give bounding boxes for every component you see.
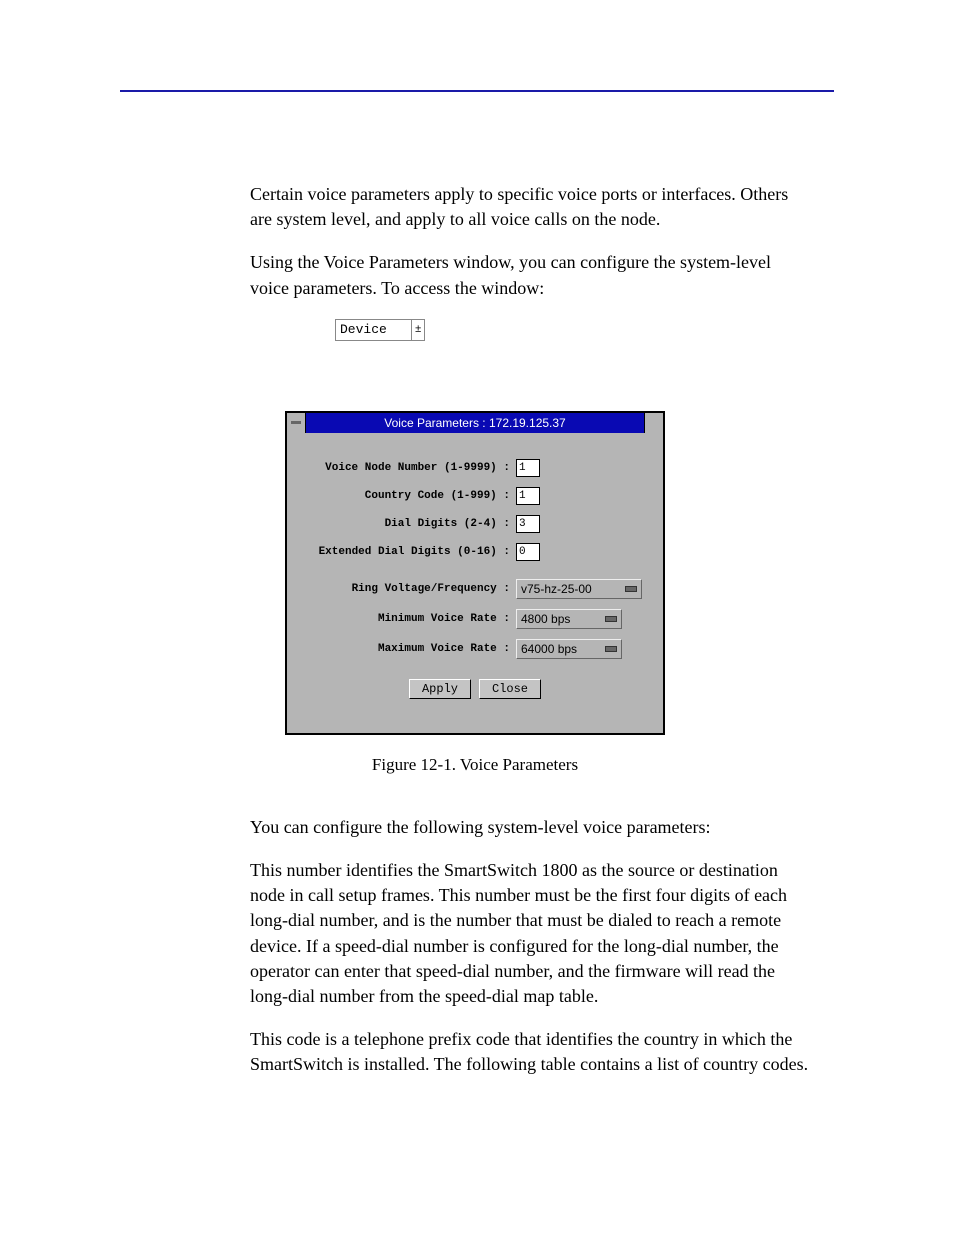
paragraph: This number identifies the SmartSwitch 1… xyxy=(250,858,810,1009)
device-dropdown-container: Device ± xyxy=(335,319,834,341)
field-label: Extended Dial Digits (0-16) : xyxy=(305,546,516,558)
window-control-icon[interactable] xyxy=(644,413,663,433)
select-handle-icon xyxy=(605,616,617,622)
horizontal-rule xyxy=(120,90,834,92)
apply-button[interactable]: Apply xyxy=(409,679,471,699)
device-dropdown[interactable]: Device ± xyxy=(335,319,425,341)
ring-voltage-select[interactable]: v75-hz-25-00 xyxy=(516,579,642,599)
paragraph: Certain voice parameters apply to specif… xyxy=(250,182,810,232)
paragraph: You can configure the following system-l… xyxy=(250,815,810,840)
form-row-min-voice-rate: Minimum Voice Rate : 4800 bps xyxy=(305,609,645,629)
dialog-title: Voice Parameters : 172.19.125.37 xyxy=(306,413,644,433)
window-menu-icon[interactable] xyxy=(287,413,306,433)
extended-dial-digits-input[interactable]: 0 xyxy=(516,543,540,561)
paragraph: This code is a telephone prefix code tha… xyxy=(250,1027,810,1077)
min-voice-rate-select[interactable]: 4800 bps xyxy=(516,609,622,629)
field-label: Voice Node Number (1-9999) : xyxy=(305,462,516,474)
select-value: v75-hz-25-00 xyxy=(521,582,592,596)
voice-parameters-dialog: Voice Parameters : 172.19.125.37 Voice N… xyxy=(285,411,665,735)
select-value: 64000 bps xyxy=(521,642,577,656)
form-row-max-voice-rate: Maximum Voice Rate : 64000 bps xyxy=(305,639,645,659)
form-row-voice-node-number: Voice Node Number (1-9999) : 1 xyxy=(305,459,645,477)
dialog-button-row: Apply Close xyxy=(305,679,645,699)
form-row-ring-voltage: Ring Voltage/Frequency : v75-hz-25-00 xyxy=(305,579,645,599)
form-row-dial-digits: Dial Digits (2-4) : 3 xyxy=(305,515,645,533)
field-label: Country Code (1-999) : xyxy=(305,490,516,502)
document-page: Certain voice parameters apply to specif… xyxy=(0,0,954,1235)
dialog-titlebar: Voice Parameters : 172.19.125.37 xyxy=(287,413,663,433)
field-label: Dial Digits (2-4) : xyxy=(305,518,516,530)
dial-digits-input[interactable]: 3 xyxy=(516,515,540,533)
field-label: Ring Voltage/Frequency : xyxy=(305,583,516,595)
country-code-input[interactable]: 1 xyxy=(516,487,540,505)
figure-caption: Figure 12-1. Voice Parameters xyxy=(285,755,665,775)
form-row-extended-dial-digits: Extended Dial Digits (0-16) : 0 xyxy=(305,543,645,561)
dropdown-arrow-icon: ± xyxy=(411,320,425,340)
select-handle-icon xyxy=(605,646,617,652)
voice-node-number-input[interactable]: 1 xyxy=(516,459,540,477)
field-label: Minimum Voice Rate : xyxy=(305,613,516,625)
close-button[interactable]: Close xyxy=(479,679,541,699)
device-dropdown-label: Device xyxy=(336,322,411,337)
dialog-figure: Voice Parameters : 172.19.125.37 Voice N… xyxy=(285,411,665,735)
paragraph: Using the Voice Parameters window, you c… xyxy=(250,250,810,300)
dialog-body: Voice Node Number (1-9999) : 1 Country C… xyxy=(287,433,663,733)
form-row-country-code: Country Code (1-999) : 1 xyxy=(305,487,645,505)
select-handle-icon xyxy=(625,586,637,592)
max-voice-rate-select[interactable]: 64000 bps xyxy=(516,639,622,659)
field-label: Maximum Voice Rate : xyxy=(305,643,516,655)
select-value: 4800 bps xyxy=(521,612,570,626)
